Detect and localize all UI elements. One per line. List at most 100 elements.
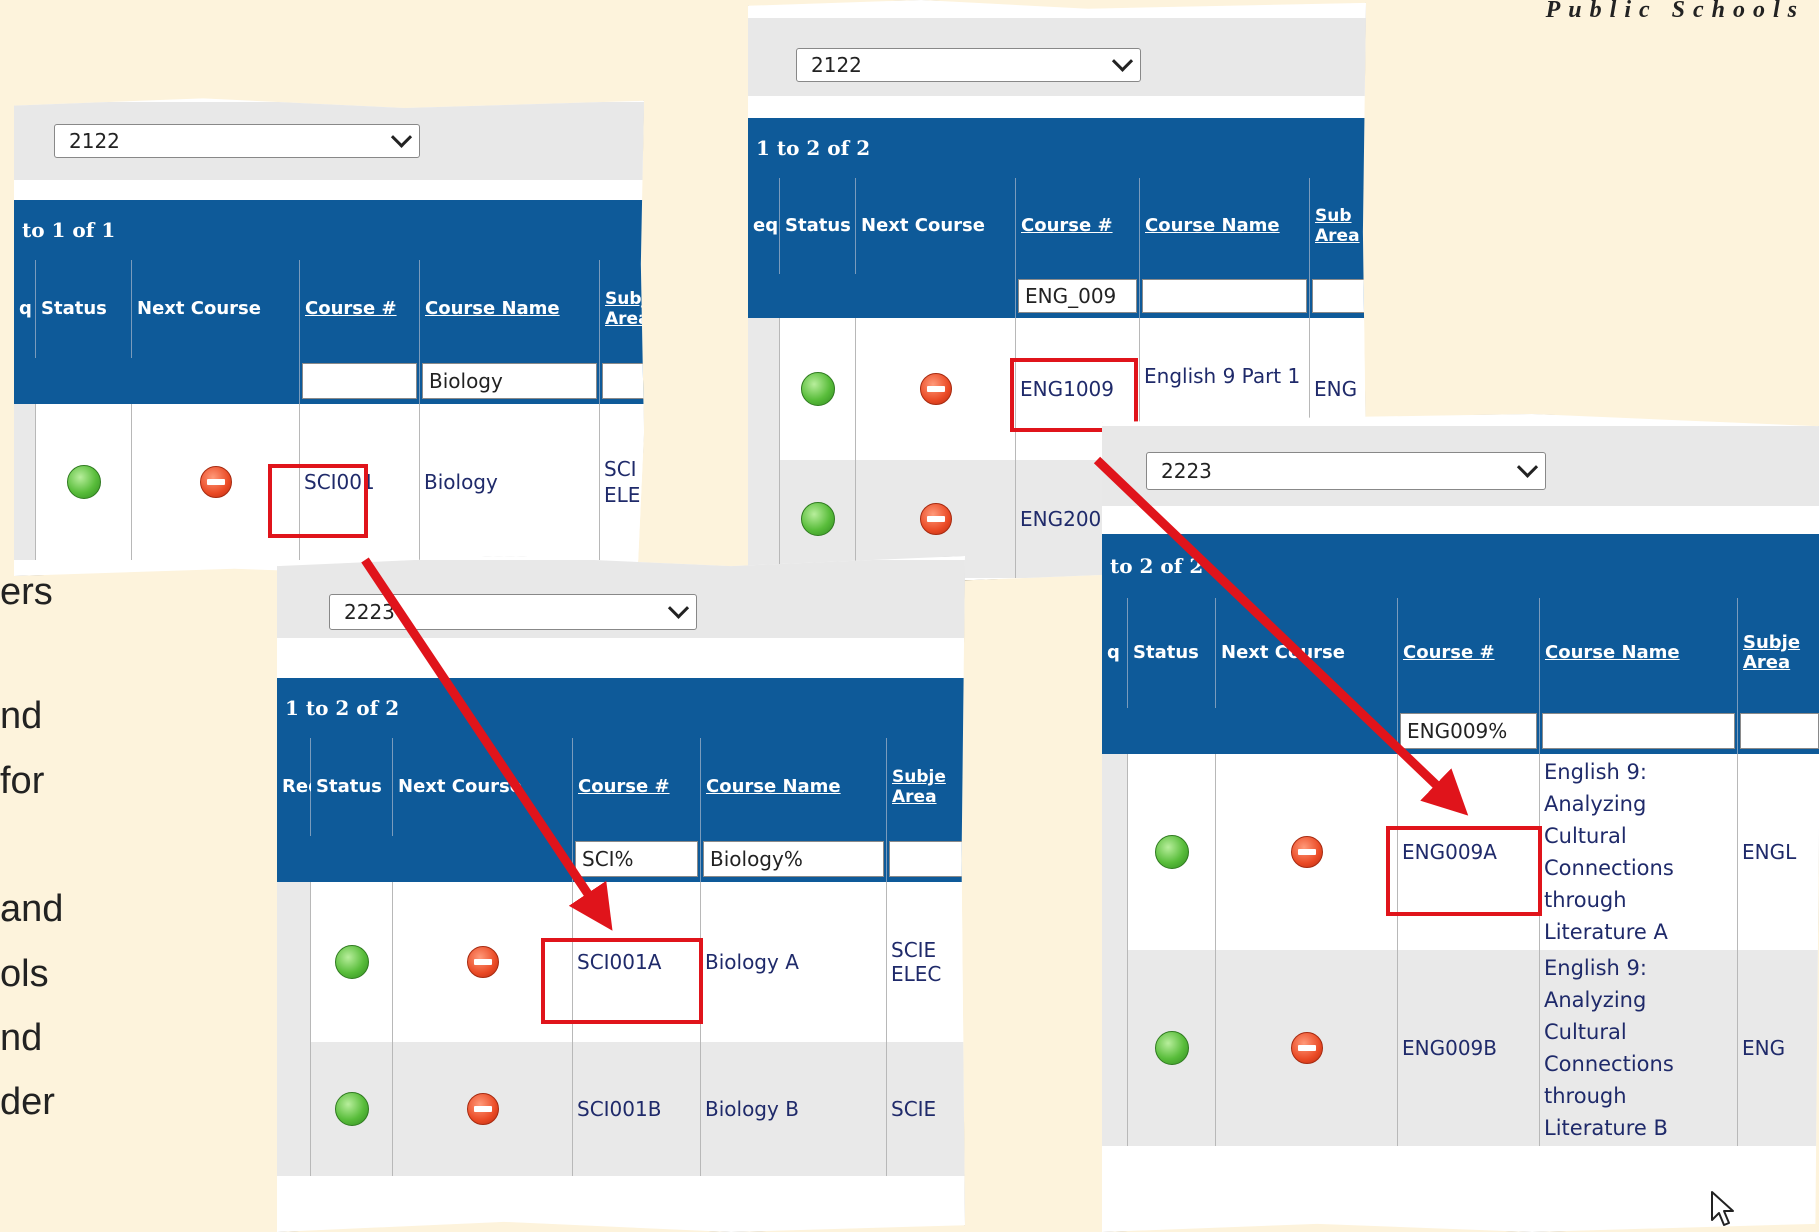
header-req[interactable]: q [1102, 598, 1128, 708]
no-entry-icon[interactable] [1290, 836, 1323, 868]
filter-course-name-input[interactable] [1142, 279, 1307, 313]
filter-course-num-input[interactable] [302, 363, 417, 399]
filter-course-name-input[interactable] [1542, 713, 1735, 749]
year-select[interactable]: 2122 [54, 124, 420, 158]
next-course-cell [1216, 754, 1398, 950]
no-entry-icon[interactable] [466, 1093, 499, 1125]
header-req[interactable]: Req [277, 738, 321, 836]
no-entry-icon[interactable] [1290, 1032, 1323, 1064]
filter-course-name[interactable] [1540, 708, 1738, 754]
year-select[interactable]: 2122 [796, 48, 1141, 82]
header-course-name[interactable]: Course Name [1540, 598, 1738, 708]
filter-subject-input[interactable] [1312, 279, 1366, 313]
screenshot-panel-eng009a: 2223 to 2 of 2 q Status Next Course Cour… [1102, 414, 1819, 1232]
header-next-course[interactable]: Next Course [132, 260, 300, 358]
no-entry-icon[interactable] [919, 373, 952, 405]
no-entry-icon[interactable] [199, 466, 232, 498]
course-num-cell[interactable]: SCI001 [300, 404, 420, 560]
filter-spacer [748, 274, 1016, 318]
subject-cell: SCI ELE [600, 404, 644, 560]
table-row [277, 882, 311, 1042]
table-row [748, 318, 780, 460]
header-course-num[interactable]: Course # [300, 260, 420, 358]
header-status[interactable]: Status [36, 260, 132, 358]
header-course-num[interactable]: Course # [573, 738, 701, 836]
status-cell [780, 460, 856, 578]
header-subject-area[interactable]: Subj Area [600, 260, 644, 358]
filter-course-num[interactable]: SCI% [573, 836, 701, 882]
filter-course-name-input[interactable]: Biology [422, 363, 597, 399]
filter-subject[interactable] [887, 836, 965, 882]
header-next-course[interactable]: Next Course [393, 738, 573, 836]
filter-subject[interactable] [1738, 708, 1819, 754]
header-req[interactable]: eq [748, 178, 780, 274]
record-count-bar: to 1 of 1 [14, 200, 644, 260]
slide-header-fragment: Public Schools [1545, 0, 1805, 23]
header-status[interactable]: Status [311, 738, 393, 836]
filter-subject-input[interactable] [889, 841, 964, 877]
header-subject-area[interactable]: Subje Area [1738, 598, 1819, 708]
header-course-num[interactable]: Course # [1398, 598, 1540, 708]
header-next-course[interactable]: Next Course [1216, 598, 1398, 708]
filter-course-name-input[interactable]: Biology% [703, 841, 884, 877]
slide-text-line: der [0, 1081, 55, 1123]
header-subject-area[interactable]: Subje Area [887, 738, 965, 836]
filter-course-num-input[interactable]: ENG009% [1400, 713, 1537, 749]
table-row [277, 1042, 311, 1176]
filter-course-num[interactable] [300, 358, 420, 404]
course-num-cell[interactable]: ENG009A [1398, 754, 1540, 950]
screenshot-panel-sci001: 2122 to 1 of 1 q Status Next Course Cour… [14, 98, 644, 576]
table-row [1102, 754, 1128, 950]
filter-subject[interactable] [600, 358, 644, 404]
year-select[interactable]: 2223 [1146, 452, 1546, 490]
record-count-bar: to 2 of 2 [1102, 534, 1819, 598]
status-ok-icon [66, 465, 101, 499]
header-course-name[interactable]: Course Name [1140, 178, 1310, 274]
subject-cell: SCIE [887, 1042, 965, 1176]
filter-course-name[interactable]: Biology [420, 358, 600, 404]
year-select-value: 2122 [811, 53, 862, 77]
filter-subject-input[interactable] [602, 363, 644, 399]
table-row [1102, 950, 1128, 1146]
header-status[interactable]: Status [780, 178, 856, 274]
next-course-cell [856, 318, 1016, 460]
table-row [14, 404, 36, 560]
header-subject-area[interactable]: Sub Area [1310, 178, 1366, 274]
course-num-cell[interactable]: SCI001A [573, 882, 701, 1042]
slide-text-line: and [0, 888, 64, 930]
year-select[interactable]: 2223 [329, 594, 697, 630]
header-status[interactable]: Status [1128, 598, 1216, 708]
filter-course-num-input[interactable]: ENG_009 [1018, 279, 1137, 313]
course-num-cell[interactable]: ENG009B [1398, 950, 1540, 1146]
subject-cell: ENGL [1738, 754, 1819, 950]
slide-text-line: nd [0, 695, 43, 737]
filter-course-name[interactable] [1140, 274, 1310, 318]
header-next-course[interactable]: Next Course [856, 178, 1016, 274]
screenshot-panel-sci001a: 2223 1 to 2 of 2 Req Status Next Course … [277, 556, 965, 1232]
status-ok-icon [800, 372, 835, 406]
chevron-down-icon [1111, 50, 1134, 72]
filter-subject-input[interactable] [1740, 713, 1819, 749]
status-cell [311, 882, 393, 1042]
no-entry-icon[interactable] [919, 503, 952, 535]
filter-course-num[interactable]: ENG009% [1398, 708, 1540, 754]
status-cell [36, 404, 132, 560]
header-course-num[interactable]: Course # [1016, 178, 1140, 274]
filter-course-num[interactable]: ENG_009 [1016, 274, 1140, 318]
filter-course-name[interactable]: Biology% [701, 836, 887, 882]
status-ok-icon [1154, 1031, 1189, 1065]
course-num-cell[interactable]: SCI001B [573, 1042, 701, 1176]
next-course-cell [132, 404, 300, 560]
year-select-value: 2223 [344, 600, 395, 624]
header-req[interactable]: q [14, 260, 36, 358]
status-cell [780, 318, 856, 460]
header-course-name[interactable]: Course Name [701, 738, 887, 836]
status-cell [1128, 754, 1216, 950]
filter-subject[interactable] [1310, 274, 1366, 318]
no-entry-icon[interactable] [466, 946, 499, 978]
filter-course-num-input[interactable]: SCI% [575, 841, 698, 877]
filter-spacer [1102, 708, 1398, 754]
course-name-cell: English 9: Analyzing Cultural Connection… [1540, 754, 1738, 950]
record-count-bar: 1 to 2 of 2 [748, 118, 1366, 178]
header-course-name[interactable]: Course Name [420, 260, 600, 358]
